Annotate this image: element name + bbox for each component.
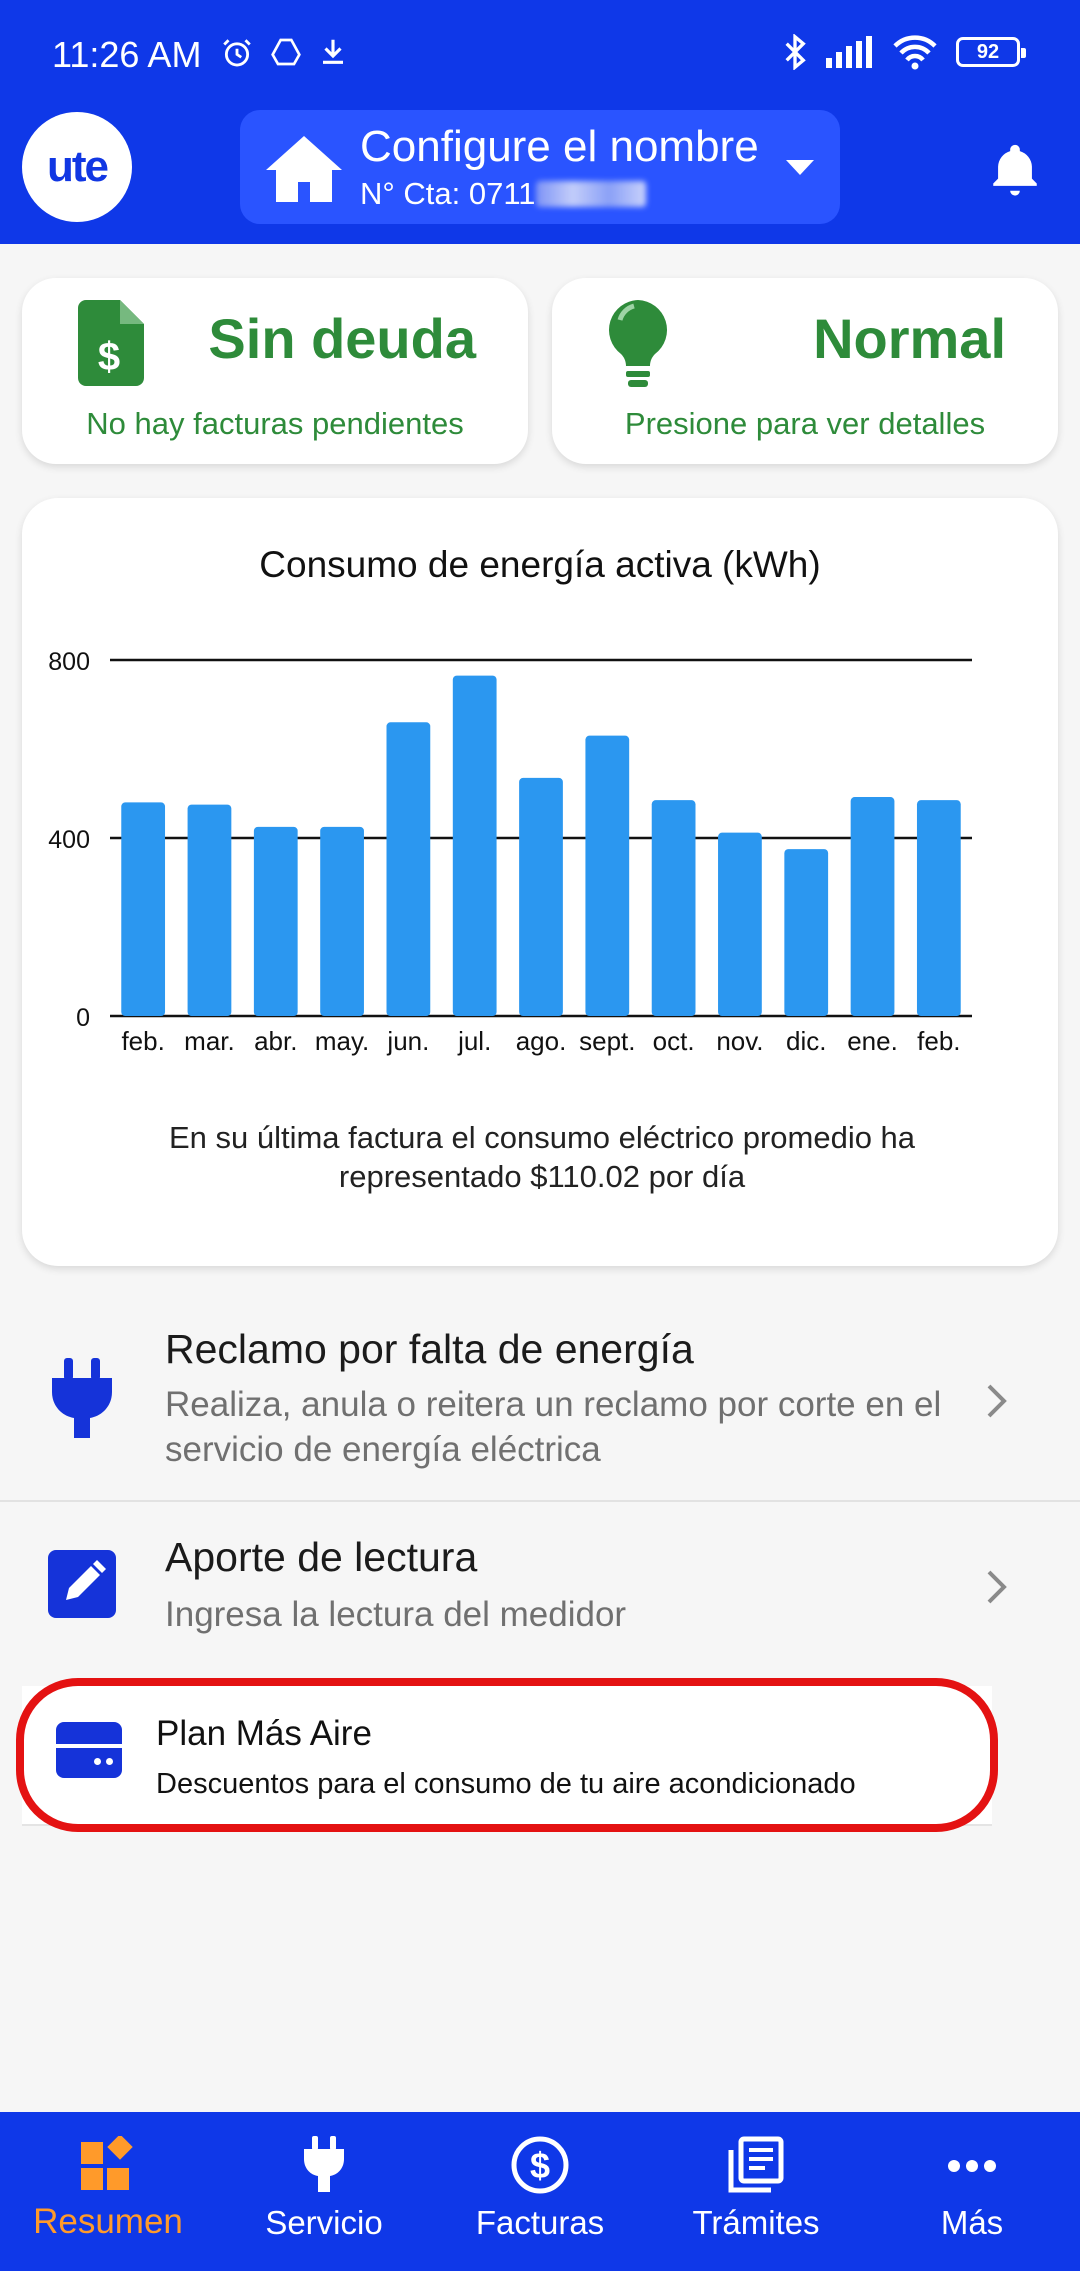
x-tick-label: oct. [653, 1026, 695, 1056]
ute-logo: ute [22, 112, 132, 222]
edit-icon [48, 1550, 116, 1618]
bar [651, 800, 696, 1016]
x-tick-label: jun. [386, 1026, 429, 1056]
documents-icon [728, 2136, 784, 2193]
x-tick-label: sept. [579, 1026, 635, 1056]
nav-tab-resumen[interactable]: Resumen [0, 2112, 216, 2271]
bar [784, 849, 829, 1016]
y-tick-label: 0 [76, 1004, 90, 1032]
home-icon [266, 136, 342, 202]
y-tick-label: 400 [48, 826, 90, 854]
invoice-dollar-icon: $ [78, 300, 144, 386]
bar [121, 802, 166, 1016]
nav-label-resumen: Resumen [33, 2202, 183, 2241]
highlight-outline [16, 1678, 998, 1832]
debt-status-card[interactable]: $ Sin deuda No hay facturas pendientes [22, 278, 528, 464]
y-tick-label: 800 [48, 648, 90, 676]
reclamo-title: Reclamo por falta de energía [165, 1326, 694, 1372]
list-item-lectura[interactable]: Aporte de lectura Ingresa la lectura del… [0, 1504, 1080, 1674]
plug-icon [52, 1358, 112, 1438]
x-tick-label: mar. [184, 1026, 235, 1056]
more-icon [948, 2160, 996, 2172]
bar [585, 735, 630, 1016]
bottom-navigation: Resumen Servicio $ Facturas Trámites Más [0, 2112, 1080, 2271]
x-tick-label: dic. [786, 1026, 826, 1056]
status-bar: 11:26 AM 92 [0, 0, 1080, 90]
alarm-icon [223, 39, 251, 67]
status-icons-left [220, 36, 348, 70]
nav-tab-tramites[interactable]: Trámites [648, 2112, 864, 2271]
debt-status-title: Sin deuda [208, 307, 476, 370]
dashboard-icon [81, 2136, 133, 2190]
bell-icon[interactable] [986, 140, 1044, 198]
consumption-chart-card: Consumo de energía activa (kWh) 0 400 800 f… [22, 498, 1058, 1266]
x-tick-label: jul. [457, 1026, 491, 1056]
bar [320, 826, 364, 1016]
bar [850, 797, 895, 1016]
chevron-right-icon [987, 1384, 1007, 1418]
nav-tab-facturas[interactable]: $ Facturas [432, 2112, 648, 2271]
signal-icon [826, 36, 872, 68]
bar [916, 800, 961, 1016]
bar [519, 777, 563, 1016]
x-tick-label: abr. [254, 1026, 297, 1056]
consumption-bar-chart: 0 400 800 feb. mar. abr. may. jun. jul. ago. sept.… [48, 648, 972, 1056]
bar [718, 832, 762, 1016]
status-icons-right: 92 [782, 34, 1026, 70]
svg-text:$: $ [98, 335, 120, 379]
x-tick-label: feb. [917, 1026, 960, 1056]
nav-label-tramites: Trámites [692, 2204, 820, 2241]
account-name: Configure el nombre [360, 122, 759, 171]
bluetooth-icon [785, 34, 806, 70]
x-tick-label: may. [315, 1026, 369, 1056]
nav-label-servicio: Servicio [265, 2204, 383, 2241]
nav-tab-mas[interactable]: Más [864, 2112, 1080, 2271]
status-time: 11:26 AM [52, 34, 202, 75]
reclamo-description: Realiza, anula o reitera un reclamo por … [165, 1385, 942, 1469]
dollar-circle-icon: $ [511, 2136, 569, 2194]
bar [187, 804, 232, 1016]
download-icon [323, 39, 343, 64]
app-header: ute Configure el nombre N° Cta: 0711 [0, 90, 1080, 244]
consumption-status-title: Normal [813, 307, 1006, 370]
chevron-down-icon [786, 160, 814, 175]
chart-average-note: En su última factura el consumo eléctric… [168, 1120, 916, 1194]
lectura-title: Aporte de lectura [165, 1534, 478, 1580]
lightbulb-icon [608, 300, 668, 387]
account-number-text: N° Cta: 0711 [360, 176, 536, 211]
svg-text:$: $ [530, 2145, 550, 2186]
account-selector[interactable]: Configure el nombre N° Cta: 0711 [240, 110, 840, 224]
account-number: N° Cta: 0711 [360, 176, 646, 212]
debt-status-subtitle: No hay facturas pendientes [86, 406, 464, 441]
drive-icon [271, 38, 301, 66]
battery-icon: 92 [956, 37, 1026, 67]
wifi-icon [893, 35, 937, 70]
bar [386, 722, 431, 1016]
x-tick-label: feb. [121, 1026, 164, 1056]
nav-label-mas: Más [940, 2204, 1004, 2241]
x-tick-label: ene. [847, 1026, 898, 1056]
account-number-redacted [535, 181, 646, 207]
bar [452, 675, 497, 1016]
nav-label-facturas: Facturas [475, 2204, 605, 2241]
consumption-status-card[interactable]: Normal Presione para ver detalles [552, 278, 1058, 464]
bar [253, 826, 298, 1016]
chevron-right-icon [987, 1570, 1007, 1604]
x-tick-label: nov. [716, 1026, 763, 1056]
plug-icon [304, 2136, 344, 2192]
lectura-description: Ingresa la lectura del medidor [165, 1595, 627, 1634]
nav-tab-servicio[interactable]: Servicio [216, 2112, 432, 2271]
consumption-status-subtitle: Presione para ver detalles [624, 406, 986, 441]
x-tick-label: ago. [516, 1026, 567, 1056]
list-item-reclamo[interactable]: Reclamo por falta de energía Realiza, an… [0, 1300, 1080, 1502]
